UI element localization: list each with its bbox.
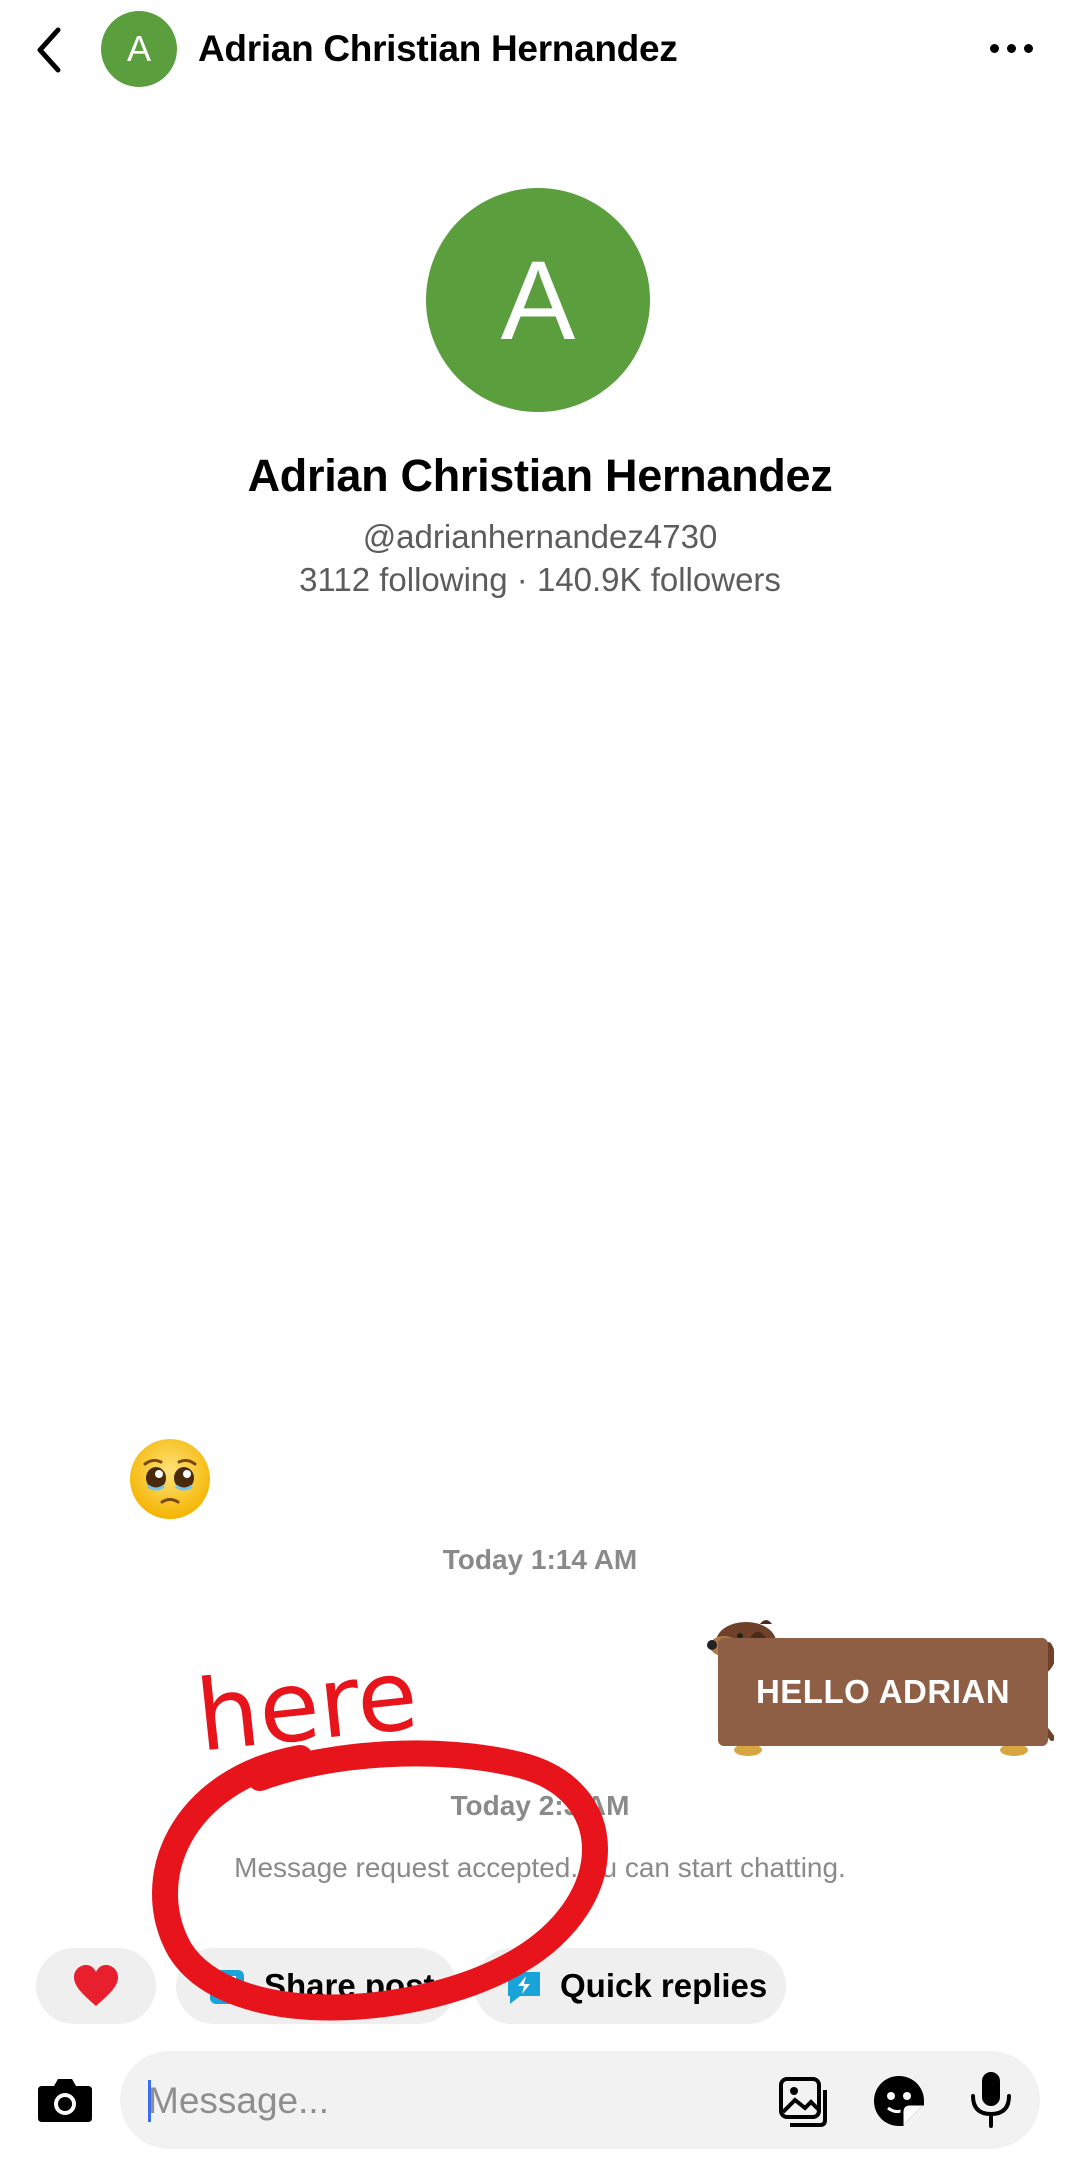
gallery-button[interactable] [778,2076,832,2128]
profile-handle: @adrianhernandez4730 [362,518,718,555]
message-timestamp: Today 1:14 AM [442,1544,638,1575]
back-button[interactable] [28,22,72,78]
gallery-icon [779,2077,827,2127]
share-post-button[interactable]: Share post [176,1948,456,2024]
quick-replies-button[interactable]: Quick replies [474,1948,786,2024]
quick-replies-icon [508,1972,540,2004]
heart-icon [74,1965,118,2006]
sticker-icon [874,2076,924,2126]
pleading-face-emoji[interactable] [125,1434,215,1524]
heart-reaction-button[interactable] [36,1948,156,2024]
profile-stats: 3112 following · 140.9K followers [299,561,781,598]
header-avatar[interactable]: A [101,11,177,87]
sticker-button[interactable] [872,2074,926,2128]
chevron-left-icon [37,27,61,73]
chat-header: A Adrian Christian Hernandez [0,0,1080,104]
annotation-underline [267,1745,473,1765]
share-post-label: Share post [264,1967,435,2004]
share-post-icon [210,1970,244,2004]
camera-icon [38,2079,92,2122]
message-timestamp-2: Today 2:3 AM [450,1790,630,1821]
hello-sticker-message[interactable]: HELLO ADRIAN [684,1610,1054,1758]
microphone-icon [971,2072,1011,2128]
profile-name: Adrian Christian Hernandez [247,450,833,501]
sticker-text: HELLO ADRIAN [755,1673,1011,1710]
camera-button[interactable] [36,2074,94,2126]
system-message: Message request accepted. ou can start c… [234,1852,846,1883]
message-input[interactable] [148,2076,748,2126]
header-title[interactable]: Adrian Christian Hernandez [198,28,678,70]
quick-replies-label: Quick replies [560,1967,768,2004]
more-options-button[interactable] [990,36,1038,60]
annotation-text: here [191,1638,423,1774]
more-horizontal-icon [990,43,999,53]
profile-avatar[interactable]: A [426,188,650,412]
microphone-button[interactable] [968,2070,1014,2130]
